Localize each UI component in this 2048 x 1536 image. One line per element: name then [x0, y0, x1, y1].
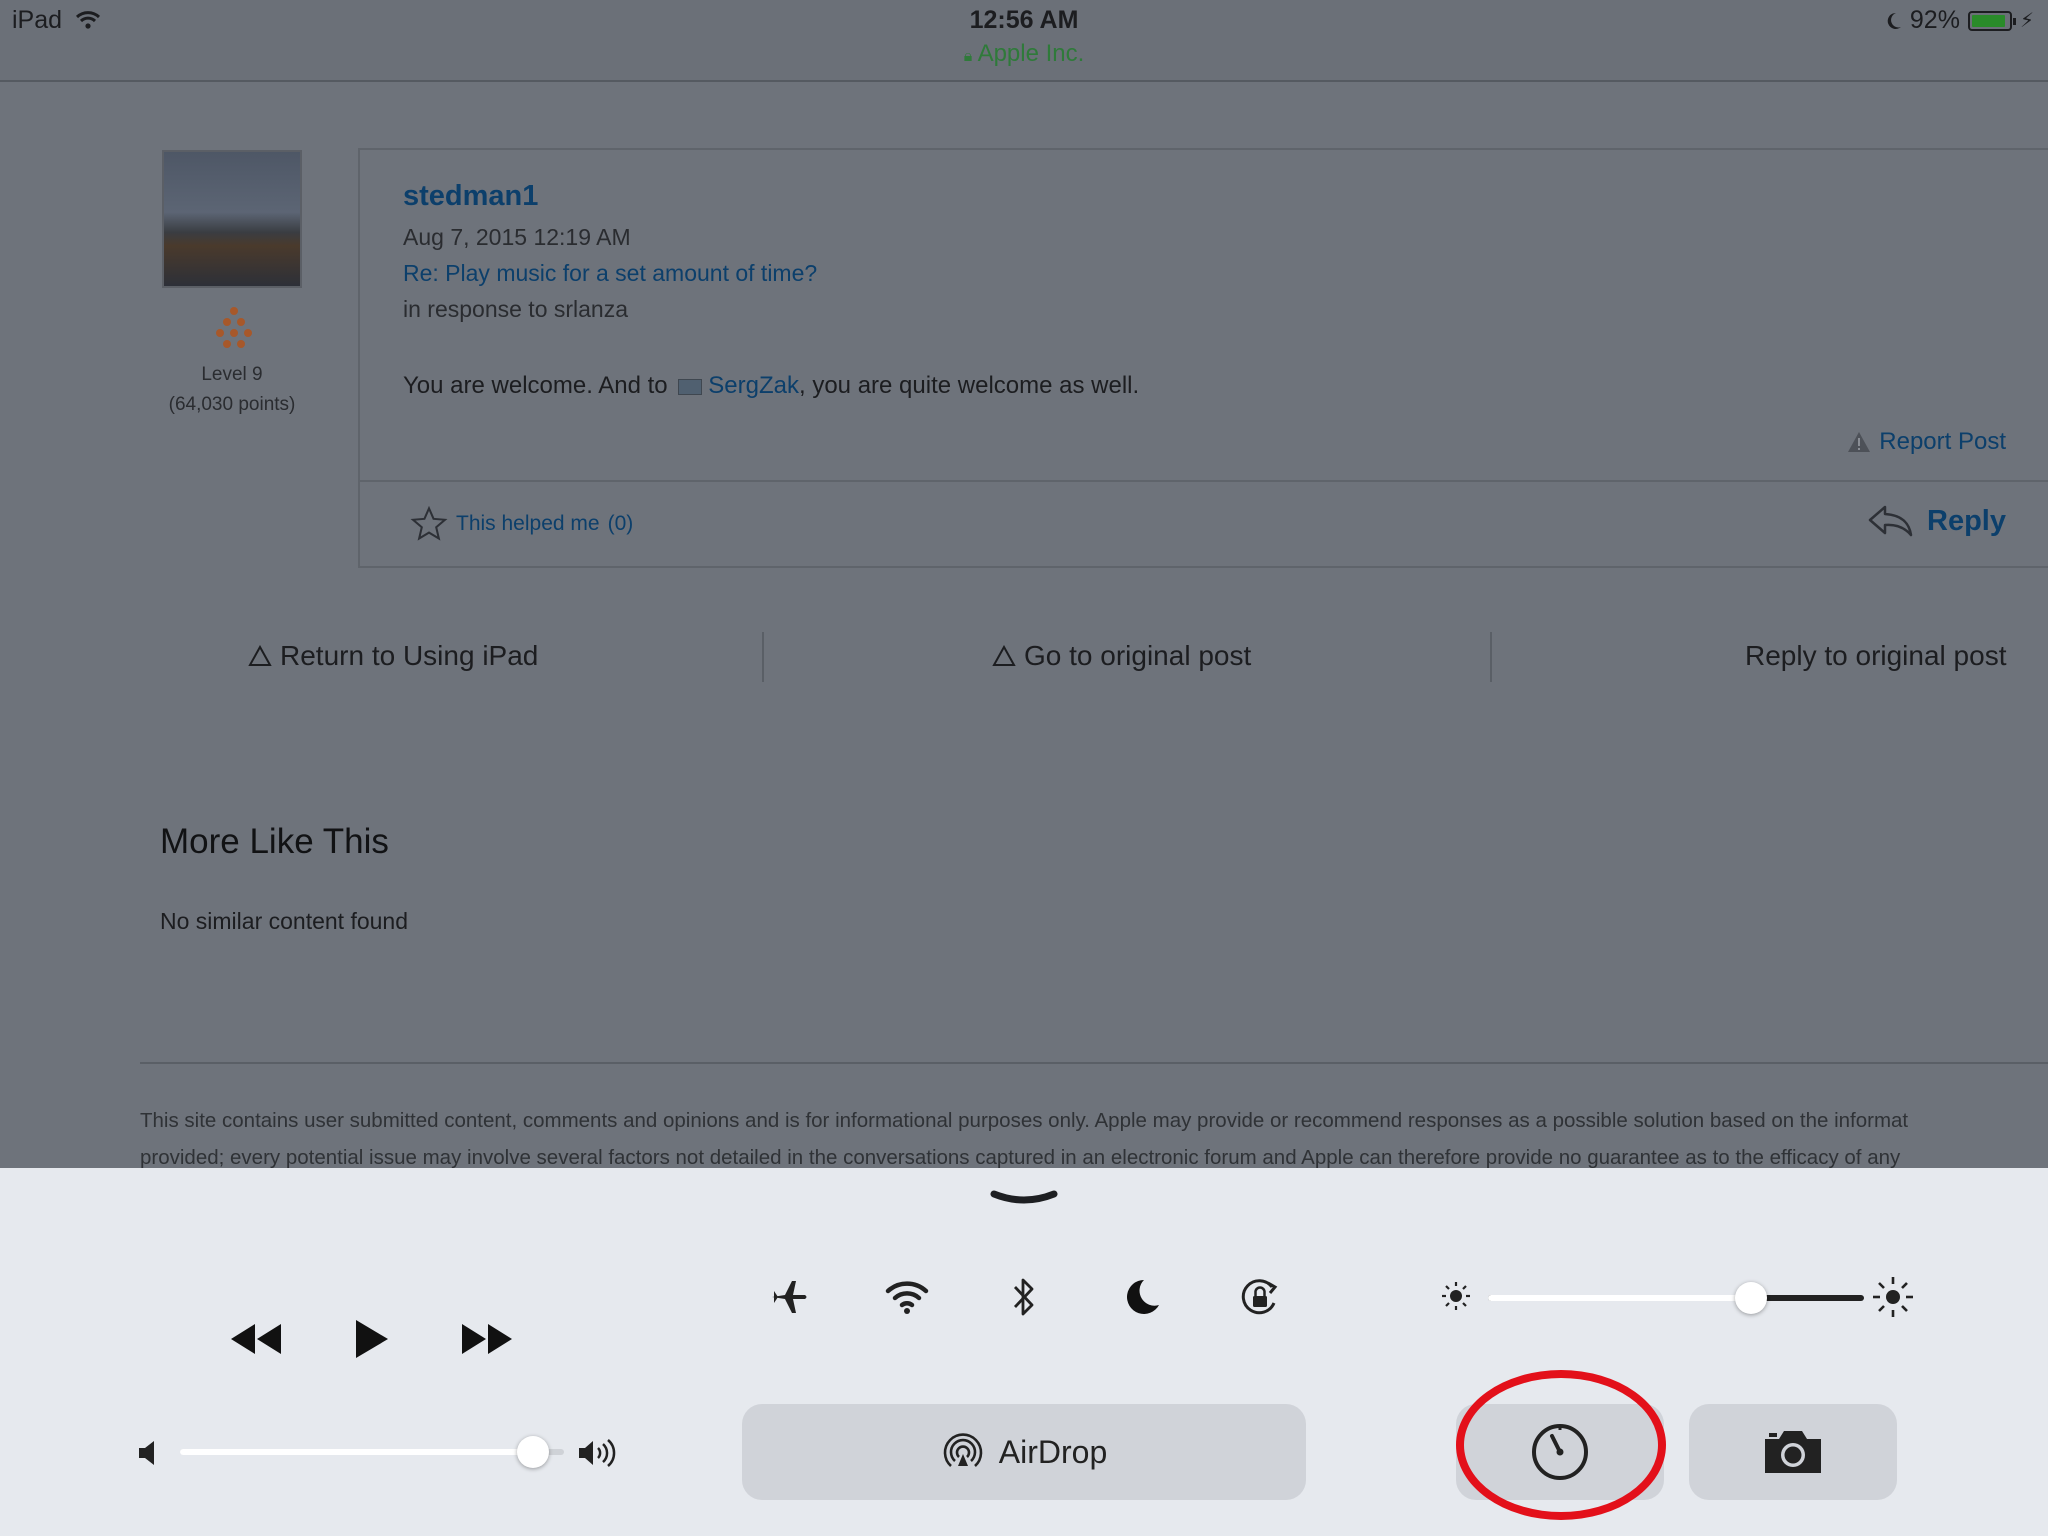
report-post-link[interactable]: Report Post [1847, 428, 2006, 456]
volume-high-icon [579, 1439, 616, 1467]
grabber-chevron-icon[interactable] [990, 1190, 1058, 1206]
fast-forward-icon[interactable] [452, 1314, 522, 1364]
no-similar-content: No similar content found [160, 908, 409, 934]
moon-icon [1127, 1280, 1159, 1314]
post-author[interactable]: stedman1 [403, 180, 538, 213]
more-like-this-heading: More Like This [160, 822, 389, 861]
lock-icon: 🔒︎ [963, 48, 973, 65]
bluetooth-icon [1013, 1278, 1034, 1316]
triangle-up-icon [992, 645, 1016, 666]
nav-separator [1490, 632, 1492, 682]
post-subject[interactable]: Re: Play music for a set amount of time? [403, 260, 817, 287]
warning-icon [1848, 432, 1871, 452]
moon-icon [1887, 12, 1901, 29]
airdrop-button[interactable]: AirDrop [742, 1404, 1306, 1500]
reply-arrow-icon [1868, 505, 1913, 537]
post-date: Aug 7, 2015 12:19 AM [403, 224, 631, 250]
rotation-lock-toggle[interactable] [1213, 1250, 1307, 1344]
mention-link[interactable]: SergZak [708, 372, 799, 399]
triangle-up-icon [248, 645, 272, 666]
brightness-high-icon [1873, 1277, 1913, 1317]
nav-separator [762, 632, 764, 682]
clock: 12:56 AM [969, 6, 1079, 34]
user-level: Level 9 [201, 364, 263, 385]
bluetooth-toggle[interactable] [977, 1250, 1071, 1344]
brightness-low-icon [1442, 1282, 1470, 1310]
wifi-icon [885, 1281, 929, 1314]
footer-divider [140, 1062, 2048, 1064]
avatar[interactable] [162, 150, 302, 288]
brightness-slider[interactable] [1488, 1295, 1864, 1301]
level-badge-icon [216, 307, 252, 348]
reply-to-original-link[interactable]: Reply to original post [1745, 640, 2006, 672]
status-right: 92% ⚡︎ [1886, 6, 2034, 35]
reply-button[interactable]: Reply [1867, 504, 2006, 538]
star-icon [410, 506, 448, 541]
wifi-toggle[interactable] [860, 1250, 954, 1344]
volume-slider[interactable] [180, 1449, 564, 1455]
in-response-to: in response to srlanza [403, 296, 629, 322]
battery-icon [1967, 10, 2016, 31]
helped-button[interactable]: This helped me (0) [410, 506, 633, 542]
battery-percent: 92% [1909, 6, 1960, 34]
post-card [358, 148, 2048, 568]
brightness-slider-knob[interactable] [1735, 1282, 1768, 1314]
disclaimer-text: This site contains user submitted conten… [140, 1109, 1909, 1169]
rotation-lock-icon [1241, 1279, 1278, 1315]
volume-low-icon [139, 1441, 154, 1465]
card-divider [360, 480, 2048, 482]
airplane-mode-toggle[interactable] [742, 1250, 836, 1344]
do-not-disturb-toggle[interactable] [1095, 1250, 1189, 1344]
mention-avatar-icon [678, 378, 703, 395]
camera-button[interactable] [1689, 1404, 1897, 1500]
charging-icon: ⚡︎ [2019, 10, 2034, 32]
post-body: You are welcome. And to SergZak, you are… [403, 372, 1140, 399]
airdrop-icon [943, 1433, 983, 1467]
status-bar: iPad 12:56 AM 🔒︎ Apple Inc. 92% ⚡︎ [0, 0, 2048, 82]
rewind-icon[interactable] [221, 1314, 291, 1364]
play-icon[interactable] [336, 1314, 406, 1364]
camera-icon [1765, 1431, 1821, 1473]
site-name: 🔒︎ Apple Inc. [963, 40, 1085, 67]
user-points: (64,030 points) [168, 394, 296, 415]
highlight-circle [1456, 1370, 1666, 1520]
go-to-original-link[interactable]: Go to original post [992, 640, 1251, 672]
return-to-community-link[interactable]: Return to Using iPad [248, 640, 538, 672]
airplane-icon [772, 1281, 807, 1313]
